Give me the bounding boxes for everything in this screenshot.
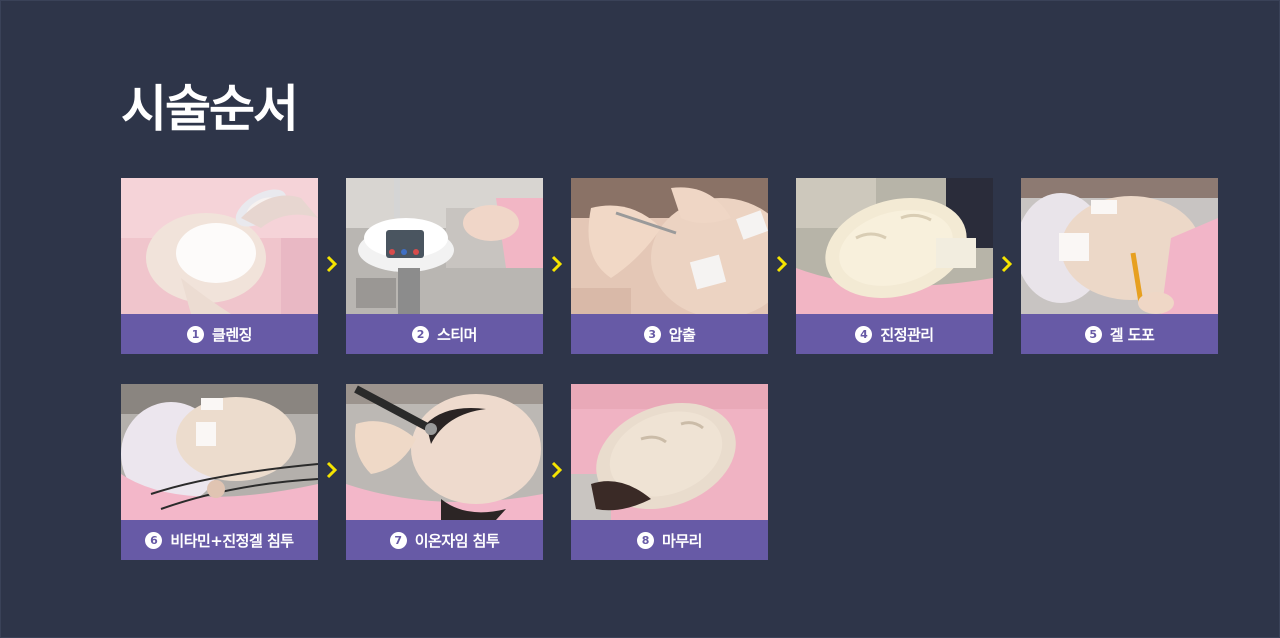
step-label: 클렌징 [212, 325, 252, 344]
step-label: 스티머 [437, 325, 477, 344]
step-caption: 5 겔 도포 [1021, 314, 1218, 354]
step-caption: 4 진정관리 [796, 314, 993, 354]
steamer-photo [346, 178, 543, 314]
step-label: 마무리 [662, 531, 702, 550]
step-card-extraction: 3 압출 [571, 178, 768, 354]
step-card-finish: 8 마무리 [571, 384, 768, 560]
step-caption: 8 마무리 [571, 520, 768, 560]
step-card-gel: 5 겔 도포 [1021, 178, 1218, 354]
finish-photo [571, 384, 768, 520]
step-number-badge: 1 [187, 325, 205, 343]
step-caption: 6 비타민+진정겔 침투 [121, 520, 318, 560]
step-caption: 2 스티머 [346, 314, 543, 354]
cleansing-photo [121, 178, 318, 314]
step-number-badge: 8 [637, 531, 655, 549]
step-number-badge: 7 [389, 531, 407, 549]
step-card-vitamin: 6 비타민+진정겔 침투 [121, 384, 318, 560]
gel-photo [1021, 178, 1218, 314]
chevron-right-icon [551, 255, 563, 273]
page-title: 시술순서 [121, 80, 299, 138]
step-card-ionzyme: 7 이온자임 침투 [346, 384, 543, 560]
step-number-badge: 6 [145, 531, 163, 549]
step-card-soothing: 4 진정관리 [796, 178, 993, 354]
chevron-right-icon [1001, 255, 1013, 273]
step-caption: 3 압출 [571, 314, 768, 354]
vitamin-photo [121, 384, 318, 520]
step-label: 겔 도포 [1109, 325, 1155, 344]
chevron-right-icon [551, 461, 563, 479]
step-number-badge: 3 [643, 325, 661, 343]
extraction-photo [571, 178, 768, 314]
step-caption: 7 이온자임 침투 [346, 520, 543, 560]
step-label: 비타민+진정겔 침투 [170, 531, 294, 550]
step-label: 이온자임 침투 [414, 531, 500, 550]
chevron-right-icon [326, 461, 338, 479]
step-number-badge: 4 [855, 325, 873, 343]
chevron-right-icon [326, 255, 338, 273]
step-card-steamer: 2 스티머 [346, 178, 543, 354]
step-number-badge: 2 [412, 325, 430, 343]
step-caption: 1 클렌징 [121, 314, 318, 354]
step-card-cleansing: 1 클렌징 [121, 178, 318, 354]
step-label: 진정관리 [880, 325, 934, 344]
ionzyme-photo [346, 384, 543, 520]
step-label: 압출 [668, 325, 696, 344]
soothing-photo [796, 178, 993, 314]
step-number-badge: 5 [1084, 325, 1102, 343]
chevron-right-icon [776, 255, 788, 273]
